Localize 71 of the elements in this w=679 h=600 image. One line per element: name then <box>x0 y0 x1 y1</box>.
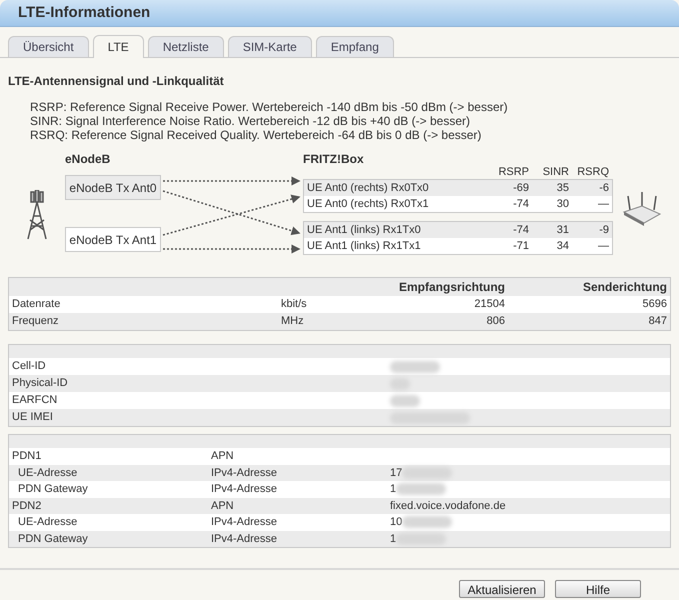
transmitter-box: eNodeB Tx Ant0 <box>65 175 161 200</box>
row-label: Physical-ID <box>12 376 69 392</box>
table-cell-text: 5696 <box>642 297 667 312</box>
column-header: Senderichtung <box>582 279 667 296</box>
router-icon <box>622 190 662 226</box>
unit: MHz <box>281 314 305 330</box>
transmitter-box: eNodeB Tx Ant1 <box>65 227 161 252</box>
receiver-label: UE Ant1 (links) Rx1Tx0 <box>307 222 422 238</box>
legend-text: RSRP: Reference Signal Receive Power. Wertebereich -140 dBm bis -50 dBm (-> besser) <box>30 100 509 114</box>
tab[interactable]: SIM-Karte <box>228 36 312 57</box>
rsrq-value: -6 <box>598 180 609 196</box>
legend-text: RSRQ: Reference Signal Received Quality. Wertebereich -64 dB bis 0 dB (-> besser) <box>30 128 482 142</box>
receiver-label: UE Ant0 (rechts) Rx0Tx0 <box>307 180 430 196</box>
sinr-value: 34 <box>556 238 569 254</box>
fritzbox-title: FRITZ!Box <box>303 151 364 164</box>
tab[interactable]: Empfang <box>316 36 394 57</box>
section-heading: LTE-Antennensignal und -Linkqualität <box>8 73 225 90</box>
column-header: RSRQ <box>576 165 609 179</box>
row-label: Datenrate <box>12 297 62 312</box>
enodeb-title: eNodeB <box>65 151 112 168</box>
blurred-value <box>396 483 446 496</box>
table-cell-text: fixed.voice.vodafone.de <box>390 498 506 514</box>
tab[interactable]: Übersicht <box>8 36 89 57</box>
tab[interactable]: Netzliste <box>148 36 224 57</box>
receiver-label: UE Ant1 (links) Rx1Tx1 <box>307 238 422 254</box>
action-button[interactable]: Hilfe <box>555 580 641 598</box>
blurred-value <box>390 360 440 372</box>
blurred-value <box>390 394 420 406</box>
legend-text: SINR: Signal Interference Noise Ratio. Wertebereich -12 dB bis +40 dB (-> besser) <box>30 114 471 128</box>
action-button[interactable]: Aktualisieren <box>459 580 545 598</box>
table-cell-text: 17 <box>390 466 402 480</box>
window-title: LTE-Informationen <box>18 2 150 23</box>
rsrp-value: -71 <box>512 238 529 254</box>
table-cell-text: APN <box>211 498 235 514</box>
rsrq-value: -9 <box>598 222 609 238</box>
table-cell-text: IPv4-Adresse <box>211 466 278 480</box>
sinr-value: 31 <box>556 222 569 238</box>
table-cell-text: 806 <box>486 314 505 330</box>
sinr-value: 30 <box>556 196 569 212</box>
column-header: SINR <box>542 165 569 179</box>
table-cell-text: 1 <box>390 532 396 546</box>
unit: kbit/s <box>281 297 308 312</box>
rsrp-value: -74 <box>512 222 529 238</box>
receiver-label: UE Ant0 (rechts) Rx0Tx1 <box>307 196 430 212</box>
table-cell-text: 21504 <box>473 297 505 312</box>
rsrp-value: -74 <box>512 196 529 212</box>
row-label: UE-Adresse <box>18 516 78 528</box>
table-cell-text: 10 <box>390 515 402 530</box>
column-header: RSRP <box>497 165 529 179</box>
table-cell-text: 847 <box>648 314 667 330</box>
table-cell-text: IPv4-Adresse <box>211 482 278 497</box>
table-cell-text: APN <box>211 449 235 464</box>
sinr-value: 35 <box>556 180 569 196</box>
row-label: PDN Gateway <box>18 532 88 544</box>
table-cell-text: 1 <box>390 482 396 497</box>
row-label: UE IMEI <box>12 410 54 426</box>
table-cell-text: IPv4-Adresse <box>211 515 278 530</box>
table-cell-text: IPv4-Adresse <box>211 532 278 546</box>
row-label: Frequenz <box>12 314 60 330</box>
tab[interactable]: LTE <box>92 35 144 58</box>
rsrq-value: — <box>597 196 609 212</box>
row-label: UE-Adresse <box>18 466 78 478</box>
row-label: Cell-ID <box>12 359 47 374</box>
column-header: Empfangsrichtung <box>398 279 505 296</box>
row-label: PDN2 <box>12 500 42 512</box>
rsrq-value: — <box>597 238 609 254</box>
rsrp-value: -69 <box>512 180 529 196</box>
blurred-value <box>402 516 452 528</box>
row-label: PDN1 <box>12 450 42 462</box>
row-label: PDN Gateway <box>18 483 88 495</box>
row-label: EARFCN <box>12 393 58 408</box>
